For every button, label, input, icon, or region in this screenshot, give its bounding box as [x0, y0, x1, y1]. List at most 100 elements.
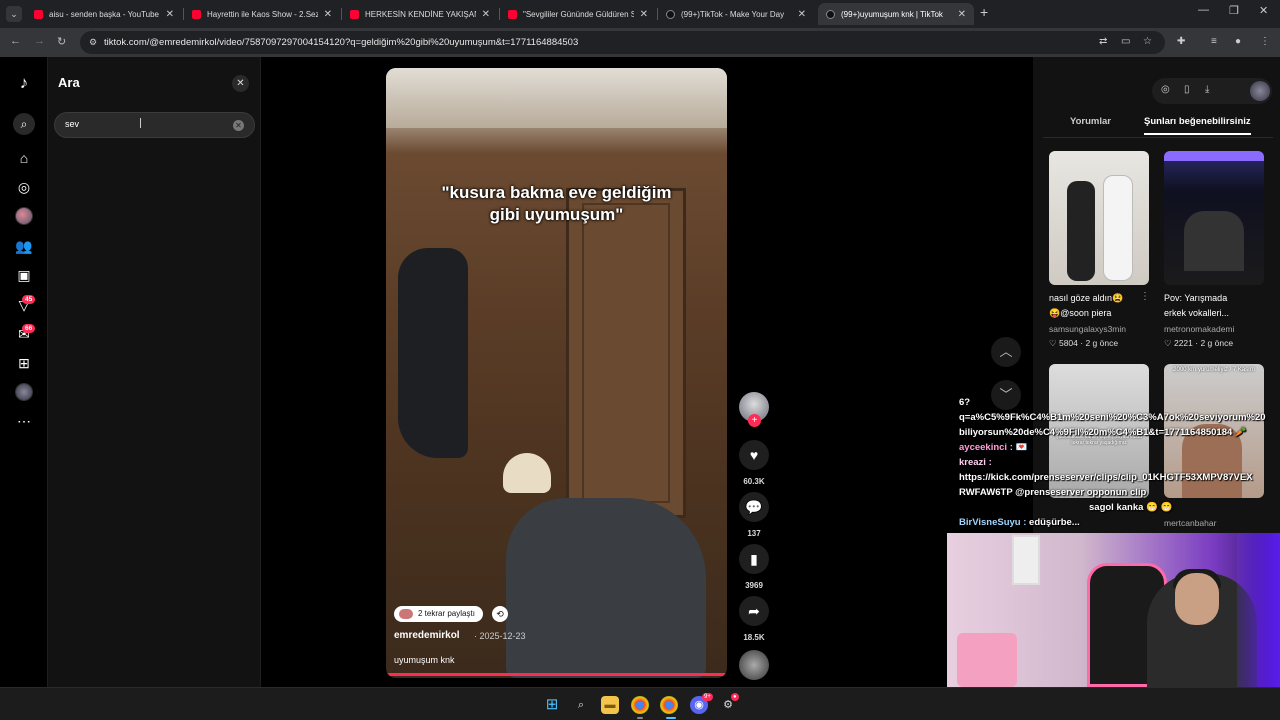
text-cursor	[140, 118, 141, 128]
music-disc-icon[interactable]	[739, 650, 769, 680]
address-bar[interactable]: ⚙ tiktok.com/@emredemirkol/video/7587097…	[80, 31, 1165, 54]
webcam-overlay	[947, 533, 1280, 687]
search-input[interactable]	[65, 119, 225, 129]
card-likes: ♡ 2221	[1164, 338, 1193, 348]
clear-search-icon[interactable]: ✕	[233, 120, 244, 131]
home-icon[interactable]: ⌂	[14, 148, 34, 168]
repost-avatars	[399, 609, 413, 619]
active-indicator	[666, 717, 676, 719]
card-title[interactable]: erkek vokalleri...	[1164, 306, 1264, 321]
like-count: 60.3K	[743, 477, 765, 486]
profile-icon[interactable]: ●	[1235, 36, 1241, 47]
suggested-video-thumbnail[interactable]	[1049, 151, 1149, 285]
chrome-icon[interactable]	[660, 696, 678, 714]
browser-tab-1[interactable]: Hayrettin ile Kaos Show - 2.Sez ✕	[184, 3, 340, 25]
search-field[interactable]: ✕	[54, 112, 255, 138]
chat-username: kreazi :	[959, 457, 992, 468]
reload-icon[interactable]: ↻	[57, 35, 66, 48]
browser-tab-5[interactable]: (99+)uyumuşum knk | TikTok ✕	[818, 3, 974, 25]
like-heart-icon[interactable]: ♥	[739, 440, 769, 470]
tab-close-icon[interactable]: ✕	[798, 9, 806, 20]
chat-line: https://kick.com/prenseserver/clips/clip…	[959, 472, 1253, 483]
new-tab-button[interactable]: +	[980, 4, 988, 20]
video-description: uyumuşum knk	[394, 655, 455, 665]
menu-icon[interactable]: ⋮	[1260, 36, 1270, 47]
tab-label: (99+)TikTok - Make Your Day	[681, 9, 785, 19]
friends-icon[interactable]: 👥	[14, 236, 34, 256]
tab-close-icon[interactable]: ✕	[640, 9, 648, 20]
profile-avatar[interactable]	[15, 383, 33, 401]
browser-tab-4[interactable]: (99+)TikTok - Make Your Day ✕	[658, 3, 814, 25]
compass-icon[interactable]: ◎	[1161, 84, 1170, 95]
extensions-icon[interactable]: ✚	[1177, 36, 1185, 47]
tiktok-logo-icon[interactable]: ♪	[14, 73, 34, 93]
windows-start-icon[interactable]: ⊞	[543, 696, 561, 714]
tiktok-left-nav: ♪ ⌕ ⌂ ◎ 👥 ▣ ▽ 45 ✉ 66 ⊞ ⋯	[0, 57, 48, 687]
video-player[interactable]: "kusura bakma eve geldiğim gibi uyumuşum…	[386, 68, 727, 678]
repost-icon[interactable]: ⟲	[492, 606, 508, 622]
tab-search-button[interactable]: ⌄	[6, 6, 22, 22]
video-progress-fill	[386, 673, 727, 676]
card-username[interactable]: metronomakademi	[1164, 324, 1264, 334]
explore-icon[interactable]: ◎	[14, 177, 34, 197]
tab-label: "Sevgililer Gününde Güldüren S	[523, 9, 634, 19]
card-title[interactable]: Pov: Yarışmada	[1164, 291, 1264, 306]
minimize-icon[interactable]: —	[1198, 4, 1209, 16]
cast-icon[interactable]: ▭	[1121, 36, 1130, 47]
phone-icon[interactable]: ▯	[1184, 84, 1190, 95]
tab-close-icon[interactable]: ✕	[482, 9, 490, 20]
close-icon[interactable]: ✕	[232, 75, 249, 92]
card-title[interactable]: nasıl göze aldın😫	[1049, 291, 1149, 306]
url-text[interactable]: tiktok.com/@emredemirkol/video/758709729…	[104, 37, 578, 48]
video-hat	[503, 453, 551, 493]
search-icon[interactable]: ⌕	[13, 113, 35, 135]
more-options-icon[interactable]: ⋮	[1140, 291, 1150, 302]
file-explorer-icon[interactable]: ▬	[601, 696, 619, 714]
search-icon[interactable]: ⌕	[572, 696, 590, 714]
tab-close-icon[interactable]: ✕	[958, 9, 966, 20]
translate-icon[interactable]: ⇄	[1099, 36, 1107, 47]
video-progress-bar[interactable]	[386, 673, 727, 676]
tab-suggestions[interactable]: Şunları beğenebilirsiniz	[1144, 116, 1251, 135]
chat-username: BirVisneSuyu :	[959, 517, 1027, 528]
back-icon[interactable]: ←	[10, 35, 21, 47]
video-caption-overlay: "kusura bakma eve geldiğim gibi uyumuşum…	[386, 182, 727, 226]
card-username[interactable]: samsungalaxys3min	[1049, 324, 1149, 334]
chevron-up-icon[interactable]: ︿	[991, 337, 1021, 367]
bookmark-star-icon[interactable]: ☆	[1143, 36, 1152, 47]
comment-icon[interactable]: 💬	[739, 492, 769, 522]
tab-close-icon[interactable]: ✕	[324, 9, 332, 20]
video-author[interactable]: emredemirkol	[394, 630, 460, 641]
youtube-icon	[34, 9, 43, 19]
search-panel-title: Ara	[58, 75, 80, 90]
forward-icon[interactable]: →	[34, 35, 45, 47]
tab-comments[interactable]: Yorumlar	[1070, 116, 1111, 127]
more-icon[interactable]: ⋯	[14, 411, 34, 431]
browser-tab-2[interactable]: HERKESİN KENDİNE YAKIŞANI ✕	[342, 3, 498, 25]
live-icon[interactable]: ▣	[14, 265, 34, 285]
bookmark-icon[interactable]: ▮	[739, 544, 769, 574]
chat-line: ayceekinci : 💌	[959, 440, 1280, 455]
restore-icon[interactable]: ❐	[1229, 4, 1239, 17]
tab-label: aisu - senden başka - YouTube	[49, 9, 160, 19]
browser-tab-0[interactable]: aisu - senden başka - YouTube ✕	[26, 3, 182, 25]
suggested-video-thumbnail[interactable]	[1164, 151, 1264, 285]
following-avatar[interactable]	[15, 207, 33, 225]
reading-list-icon[interactable]: ≡	[1211, 36, 1217, 47]
user-avatar[interactable]	[1250, 81, 1270, 101]
card-title[interactable]: 😝@soon piera	[1049, 306, 1149, 321]
tab-close-icon[interactable]: ✕	[166, 9, 174, 20]
share-arrow-icon[interactable]: ➦	[739, 596, 769, 626]
video-ceiling	[386, 68, 727, 128]
download-icon[interactable]: ⤓	[1205, 84, 1209, 95]
chrome-icon[interactable]	[631, 696, 649, 714]
thumb-overlay-text: 2000 km yürümeliyiz / 7 Kasım	[1173, 367, 1255, 373]
follow-plus-icon[interactable]: +	[748, 414, 761, 427]
caption-line-2: gibi uyumuşum"	[489, 205, 624, 224]
browser-tab-3[interactable]: "Sevgililer Gününde Güldüren S ✕	[500, 3, 656, 25]
close-window-icon[interactable]: ✕	[1259, 4, 1268, 17]
tab-divider	[1043, 137, 1273, 138]
site-info-icon[interactable]: ⚙	[89, 37, 97, 48]
upload-icon[interactable]: ⊞	[14, 353, 34, 373]
repost-pill[interactable]: 2 tekrar paylaştı	[394, 606, 483, 622]
